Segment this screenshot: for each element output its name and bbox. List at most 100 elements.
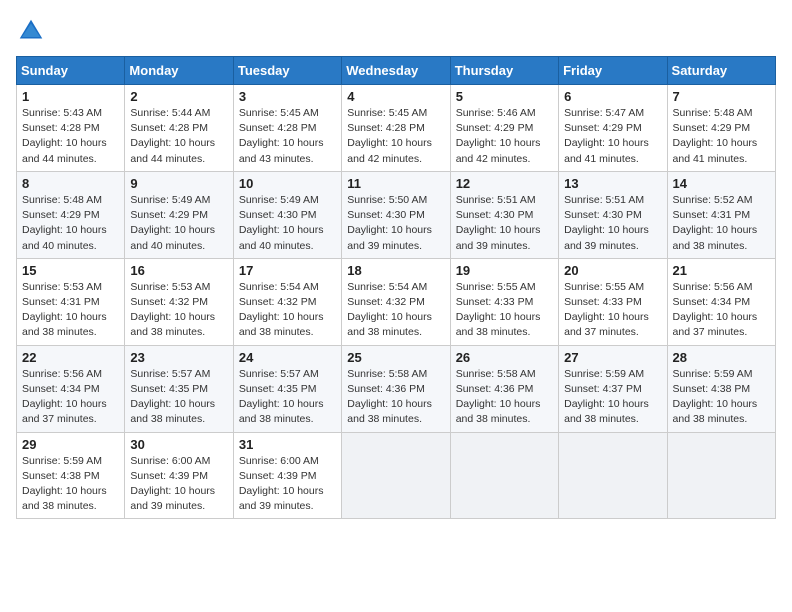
calendar-cell	[342, 432, 450, 519]
day-info: Sunrise: 5:49 AMSunset: 4:29 PMDaylight:…	[130, 193, 227, 254]
day-number: 3	[239, 89, 336, 104]
day-number: 10	[239, 176, 336, 191]
day-number: 29	[22, 437, 119, 452]
day-info: Sunrise: 6:00 AMSunset: 4:39 PMDaylight:…	[130, 454, 227, 515]
weekday-header: Sunday	[17, 57, 125, 85]
calendar-cell: 13 Sunrise: 5:51 AMSunset: 4:30 PMDaylig…	[559, 171, 667, 258]
day-number: 12	[456, 176, 553, 191]
day-number: 13	[564, 176, 661, 191]
day-info: Sunrise: 5:51 AMSunset: 4:30 PMDaylight:…	[564, 193, 661, 254]
day-number: 11	[347, 176, 444, 191]
day-info: Sunrise: 5:55 AMSunset: 4:33 PMDaylight:…	[456, 280, 553, 341]
weekday-header: Thursday	[450, 57, 558, 85]
day-number: 16	[130, 263, 227, 278]
day-info: Sunrise: 5:45 AMSunset: 4:28 PMDaylight:…	[239, 106, 336, 167]
calendar-cell: 7 Sunrise: 5:48 AMSunset: 4:29 PMDayligh…	[667, 85, 775, 172]
calendar-cell: 30 Sunrise: 6:00 AMSunset: 4:39 PMDaylig…	[125, 432, 233, 519]
day-info: Sunrise: 5:56 AMSunset: 4:34 PMDaylight:…	[673, 280, 770, 341]
day-number: 18	[347, 263, 444, 278]
calendar-cell: 24 Sunrise: 5:57 AMSunset: 4:35 PMDaylig…	[233, 345, 341, 432]
calendar-cell: 18 Sunrise: 5:54 AMSunset: 4:32 PMDaylig…	[342, 258, 450, 345]
calendar-cell	[450, 432, 558, 519]
weekday-header: Monday	[125, 57, 233, 85]
day-number: 2	[130, 89, 227, 104]
day-number: 1	[22, 89, 119, 104]
day-number: 23	[130, 350, 227, 365]
weekday-header: Wednesday	[342, 57, 450, 85]
calendar-cell: 5 Sunrise: 5:46 AMSunset: 4:29 PMDayligh…	[450, 85, 558, 172]
calendar-week-row: 29 Sunrise: 5:59 AMSunset: 4:38 PMDaylig…	[17, 432, 776, 519]
calendar-cell	[667, 432, 775, 519]
day-info: Sunrise: 5:55 AMSunset: 4:33 PMDaylight:…	[564, 280, 661, 341]
calendar-week-row: 22 Sunrise: 5:56 AMSunset: 4:34 PMDaylig…	[17, 345, 776, 432]
calendar-week-row: 8 Sunrise: 5:48 AMSunset: 4:29 PMDayligh…	[17, 171, 776, 258]
day-number: 27	[564, 350, 661, 365]
calendar-cell: 2 Sunrise: 5:44 AMSunset: 4:28 PMDayligh…	[125, 85, 233, 172]
logo-icon	[16, 16, 46, 46]
day-info: Sunrise: 5:43 AMSunset: 4:28 PMDaylight:…	[22, 106, 119, 167]
calendar-cell: 25 Sunrise: 5:58 AMSunset: 4:36 PMDaylig…	[342, 345, 450, 432]
day-info: Sunrise: 5:57 AMSunset: 4:35 PMDaylight:…	[130, 367, 227, 428]
calendar-cell: 3 Sunrise: 5:45 AMSunset: 4:28 PMDayligh…	[233, 85, 341, 172]
day-number: 17	[239, 263, 336, 278]
day-number: 9	[130, 176, 227, 191]
calendar-cell: 12 Sunrise: 5:51 AMSunset: 4:30 PMDaylig…	[450, 171, 558, 258]
weekday-header-row: SundayMondayTuesdayWednesdayThursdayFrid…	[17, 57, 776, 85]
day-info: Sunrise: 5:53 AMSunset: 4:31 PMDaylight:…	[22, 280, 119, 341]
day-info: Sunrise: 5:51 AMSunset: 4:30 PMDaylight:…	[456, 193, 553, 254]
calendar-cell: 4 Sunrise: 5:45 AMSunset: 4:28 PMDayligh…	[342, 85, 450, 172]
day-info: Sunrise: 5:45 AMSunset: 4:28 PMDaylight:…	[347, 106, 444, 167]
day-info: Sunrise: 5:57 AMSunset: 4:35 PMDaylight:…	[239, 367, 336, 428]
day-number: 22	[22, 350, 119, 365]
calendar-cell	[559, 432, 667, 519]
day-info: Sunrise: 5:48 AMSunset: 4:29 PMDaylight:…	[22, 193, 119, 254]
day-number: 6	[564, 89, 661, 104]
day-number: 31	[239, 437, 336, 452]
calendar-cell: 29 Sunrise: 5:59 AMSunset: 4:38 PMDaylig…	[17, 432, 125, 519]
calendar-cell: 22 Sunrise: 5:56 AMSunset: 4:34 PMDaylig…	[17, 345, 125, 432]
day-info: Sunrise: 5:47 AMSunset: 4:29 PMDaylight:…	[564, 106, 661, 167]
calendar-cell: 16 Sunrise: 5:53 AMSunset: 4:32 PMDaylig…	[125, 258, 233, 345]
calendar-cell: 10 Sunrise: 5:49 AMSunset: 4:30 PMDaylig…	[233, 171, 341, 258]
day-info: Sunrise: 5:56 AMSunset: 4:34 PMDaylight:…	[22, 367, 119, 428]
day-number: 8	[22, 176, 119, 191]
calendar-cell: 21 Sunrise: 5:56 AMSunset: 4:34 PMDaylig…	[667, 258, 775, 345]
day-number: 15	[22, 263, 119, 278]
calendar-week-row: 15 Sunrise: 5:53 AMSunset: 4:31 PMDaylig…	[17, 258, 776, 345]
day-info: Sunrise: 5:50 AMSunset: 4:30 PMDaylight:…	[347, 193, 444, 254]
day-info: Sunrise: 5:59 AMSunset: 4:38 PMDaylight:…	[673, 367, 770, 428]
page-header	[16, 16, 776, 46]
calendar-cell: 27 Sunrise: 5:59 AMSunset: 4:37 PMDaylig…	[559, 345, 667, 432]
calendar-cell: 9 Sunrise: 5:49 AMSunset: 4:29 PMDayligh…	[125, 171, 233, 258]
day-info: Sunrise: 5:49 AMSunset: 4:30 PMDaylight:…	[239, 193, 336, 254]
day-number: 19	[456, 263, 553, 278]
day-info: Sunrise: 5:59 AMSunset: 4:37 PMDaylight:…	[564, 367, 661, 428]
calendar-week-row: 1 Sunrise: 5:43 AMSunset: 4:28 PMDayligh…	[17, 85, 776, 172]
day-number: 20	[564, 263, 661, 278]
day-info: Sunrise: 5:52 AMSunset: 4:31 PMDaylight:…	[673, 193, 770, 254]
day-info: Sunrise: 5:54 AMSunset: 4:32 PMDaylight:…	[239, 280, 336, 341]
calendar-cell: 14 Sunrise: 5:52 AMSunset: 4:31 PMDaylig…	[667, 171, 775, 258]
day-number: 26	[456, 350, 553, 365]
calendar-cell: 8 Sunrise: 5:48 AMSunset: 4:29 PMDayligh…	[17, 171, 125, 258]
calendar-cell: 17 Sunrise: 5:54 AMSunset: 4:32 PMDaylig…	[233, 258, 341, 345]
day-number: 25	[347, 350, 444, 365]
weekday-header: Friday	[559, 57, 667, 85]
logo	[16, 16, 50, 46]
day-info: Sunrise: 5:59 AMSunset: 4:38 PMDaylight:…	[22, 454, 119, 515]
calendar-cell: 6 Sunrise: 5:47 AMSunset: 4:29 PMDayligh…	[559, 85, 667, 172]
day-info: Sunrise: 5:58 AMSunset: 4:36 PMDaylight:…	[347, 367, 444, 428]
day-number: 21	[673, 263, 770, 278]
day-info: Sunrise: 5:53 AMSunset: 4:32 PMDaylight:…	[130, 280, 227, 341]
day-info: Sunrise: 5:54 AMSunset: 4:32 PMDaylight:…	[347, 280, 444, 341]
day-number: 4	[347, 89, 444, 104]
day-info: Sunrise: 5:58 AMSunset: 4:36 PMDaylight:…	[456, 367, 553, 428]
calendar-cell: 19 Sunrise: 5:55 AMSunset: 4:33 PMDaylig…	[450, 258, 558, 345]
calendar-cell: 31 Sunrise: 6:00 AMSunset: 4:39 PMDaylig…	[233, 432, 341, 519]
day-number: 5	[456, 89, 553, 104]
day-number: 30	[130, 437, 227, 452]
day-number: 7	[673, 89, 770, 104]
day-number: 14	[673, 176, 770, 191]
day-info: Sunrise: 5:44 AMSunset: 4:28 PMDaylight:…	[130, 106, 227, 167]
day-info: Sunrise: 6:00 AMSunset: 4:39 PMDaylight:…	[239, 454, 336, 515]
